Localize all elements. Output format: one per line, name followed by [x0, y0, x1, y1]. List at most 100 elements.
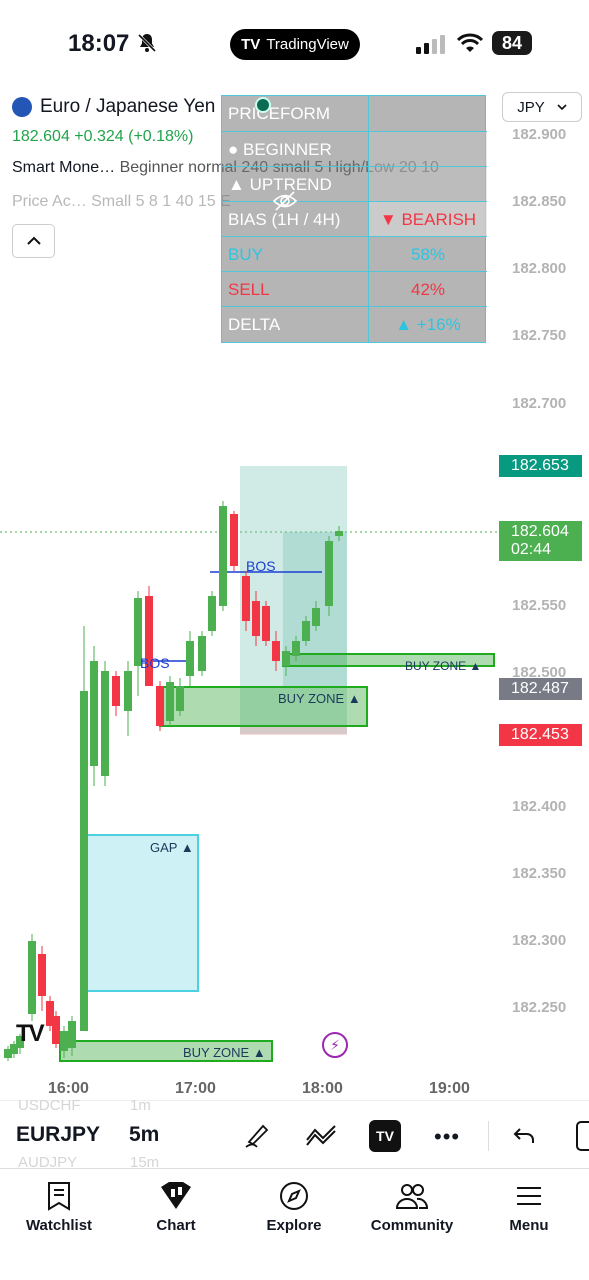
tab-watchlist[interactable]: Watchlist [9, 1181, 109, 1234]
symbol-name: Euro / Japanese Yen [40, 96, 216, 117]
time-label: 17:00 [175, 1080, 216, 1097]
indicator-1-name: Smart Mone… [12, 159, 116, 176]
buy-zone-label-1: BUY ZONE ▲ [278, 691, 361, 706]
compass-icon [280, 1182, 308, 1210]
candle-body [52, 1016, 60, 1044]
community-icon [395, 1184, 429, 1209]
price-change: 182.604 +0.324 (+0.18%) [12, 128, 194, 145]
time-label: 19:00 [429, 1080, 470, 1097]
gap-label: GAP ▲ [150, 840, 194, 855]
indicator-price-action[interactable]: Price Ac… Small 5 8 1 40 15 E [12, 193, 231, 211]
table-row-sell: SELL 42% [222, 271, 487, 307]
status-time: 18:07 [68, 30, 130, 57]
chart-toolbar: USDCHF 1m EURJPY 5m AUDJPY 15m TV ••• [0, 1097, 589, 1171]
redo-partial-icon[interactable] [576, 1121, 589, 1151]
gap-box [85, 834, 199, 992]
pill-label: TradingView [266, 36, 349, 53]
buy-zone-label-2: BUY ZONE ▲ [405, 659, 482, 673]
tab-label: Community [370, 1217, 454, 1234]
axis-label: 182.750 [512, 327, 567, 344]
table-row-bias: BIAS (1H / 4H) ▼ BEARISH [222, 201, 487, 237]
drawing-pen-icon[interactable] [243, 1120, 273, 1150]
axis-label: 182.700 [512, 395, 567, 412]
price-tag-gray: 182.487 [499, 678, 582, 700]
table-title: PRICEFORM [228, 104, 330, 123]
currency-select[interactable]: JPY [502, 92, 582, 122]
table-row-level: ● BEGINNER [222, 131, 487, 167]
candle-body [230, 514, 238, 566]
bottom-tab-bar: Watchlist Chart Explore Community Menu [0, 1168, 589, 1280]
candle-body [28, 941, 36, 1014]
tab-community[interactable]: Community [362, 1181, 462, 1234]
candle-body [112, 676, 120, 706]
time-label: 18:00 [302, 1080, 343, 1097]
candle-body [145, 596, 153, 686]
price-tag-teal: 182.653 [499, 455, 582, 477]
watchlist-icon [48, 1182, 70, 1211]
dynamic-island-pill[interactable]: TV TradingView [230, 29, 360, 60]
ghost-symbol-1: USDCHF [18, 1097, 81, 1114]
tab-explore[interactable]: Explore [244, 1181, 344, 1234]
current-price: 182.604 [511, 523, 569, 540]
interval-button[interactable]: 5m [129, 1123, 159, 1147]
axis-label: 182.900 [512, 126, 567, 143]
wifi-icon [457, 33, 483, 52]
candle-body [176, 686, 184, 711]
tab-label: Watchlist [25, 1217, 93, 1234]
tab-label: Chart [156, 1217, 196, 1234]
bar-countdown: 02:44 [511, 541, 552, 558]
candle-body [38, 954, 46, 996]
buy-value: 58% [368, 237, 487, 272]
tab-chart[interactable]: Chart [126, 1181, 226, 1234]
table-row-trend: ▲ UPTREND [222, 166, 487, 202]
toolbar-divider [488, 1121, 489, 1151]
lightning-icon[interactable]: ⚡ [322, 1032, 348, 1058]
ghost-interval-1: 1m [130, 1097, 151, 1114]
candle-body [282, 651, 290, 666]
candle-body [302, 621, 310, 641]
eu-flag-icon [12, 97, 32, 117]
currency-label: JPY [517, 98, 545, 116]
status-bar: 18:07 TV TradingView 84 [0, 0, 589, 86]
chart-icon [161, 1182, 191, 1209]
axis-label: 182.250 [512, 999, 567, 1016]
delta-value: +16% [416, 314, 461, 334]
axis-label: 182.550 [512, 597, 567, 614]
buy-zone-label-3: BUY ZONE ▲ [183, 1045, 266, 1060]
candle-body [101, 671, 109, 776]
table-row-buy: BUY 58% [222, 236, 487, 272]
bos-label-1: BOS [246, 558, 276, 574]
indicators-icon[interactable] [305, 1122, 337, 1148]
symbol-button[interactable]: EURJPY [16, 1123, 100, 1147]
tradingview-watermark-icon: TV [16, 1020, 45, 1047]
chart-area[interactable]: Euro / Japanese Yen 182.604 +0.324 (+0.1… [0, 86, 589, 1100]
candle-body [262, 606, 270, 641]
axis-label: 182.400 [512, 798, 567, 815]
hide-eye-icon[interactable] [272, 190, 298, 212]
tab-menu[interactable]: Menu [479, 1181, 579, 1234]
axis-label: 182.300 [512, 932, 567, 949]
buy-label: BUY [228, 245, 263, 264]
level-value: BEGINNER [243, 140, 332, 159]
cellular-signal-icon [416, 35, 445, 54]
tab-label: Menu [509, 1217, 549, 1234]
bias-label: BIAS (1H / 4H) [228, 210, 341, 229]
tradingview-menu-icon[interactable]: TV [369, 1120, 401, 1152]
candle-body [272, 641, 280, 661]
symbol-header[interactable]: Euro / Japanese Yen [12, 96, 215, 118]
candle-body [219, 506, 227, 606]
candle-body [198, 636, 206, 671]
chevron-up-icon [26, 236, 41, 245]
collapse-legend-button[interactable] [12, 224, 55, 258]
candle-body [242, 576, 250, 621]
projection-box-red [240, 726, 347, 735]
candle-body [90, 661, 98, 766]
hamburger-menu-icon [517, 1187, 541, 1205]
more-icon[interactable]: ••• [434, 1124, 460, 1150]
undo-icon[interactable] [512, 1123, 536, 1147]
delta-label: DELTA [228, 315, 281, 334]
bell-muted-icon [137, 33, 157, 53]
candle-body [208, 596, 216, 631]
candle-body [312, 608, 320, 626]
sell-label: SELL [228, 280, 270, 299]
